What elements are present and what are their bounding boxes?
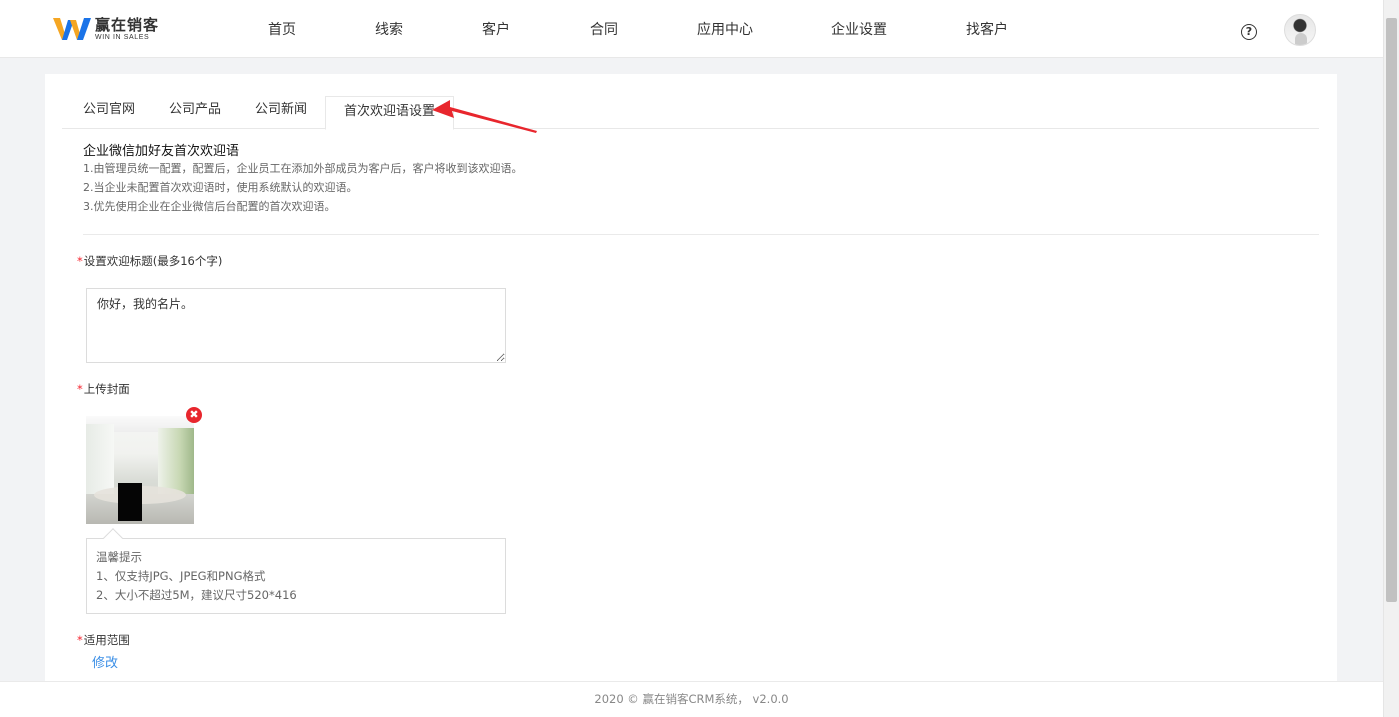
divider [83, 234, 1319, 235]
tab-company-news[interactable]: 公司新闻 [255, 95, 307, 129]
modify-scope-link[interactable]: 修改 [92, 652, 118, 671]
annotation-arrow-icon [432, 100, 537, 133]
tab-company-website[interactable]: 公司官网 [83, 95, 135, 129]
user-avatar[interactable] [1284, 14, 1316, 46]
logo-tagline: WIN IN SALES [95, 33, 150, 41]
scrollbar-thumb[interactable] [1386, 18, 1397, 602]
logo-w-icon [53, 18, 91, 40]
remove-cover-icon[interactable]: ✖ [186, 407, 202, 423]
tip-line: 2、大小不超过5M，建议尺寸520*416 [96, 588, 297, 602]
nav-item-contracts[interactable]: 合同 [590, 19, 618, 39]
cover-image-preview[interactable] [86, 416, 194, 524]
question-circle-icon[interactable]: ? [1241, 24, 1257, 40]
description-line: 3.优先使用企业在企业微信后台配置的首次欢迎语。 [83, 200, 336, 213]
scope-label: *适用范围 [77, 633, 130, 647]
section-title: 企业微信加好友首次欢迎语 [83, 144, 240, 159]
description-line: 1.由管理员统一配置，配置后，企业员工在添加外部成员为客户后，客户将收到该欢迎语… [83, 162, 523, 175]
nav-item-enterprise-settings[interactable]: 企业设置 [831, 19, 887, 39]
tab-bar: 公司官网 公司产品 公司新闻 首次欢迎语设置 [62, 95, 1319, 130]
required-mark: * [77, 382, 83, 396]
nav-item-home[interactable]: 首页 [268, 19, 296, 39]
tip-title: 温馨提示 [96, 550, 142, 564]
cover-label: *上传封面 [77, 382, 130, 396]
tip-line: 1、仅支持JPG、JPEG和PNG格式 [96, 569, 266, 583]
logo[interactable]: 赢在销客 WIN IN SALES [53, 16, 159, 42]
page-footer: 2020 © 赢在销客CRM系统， v2.0.0 [0, 681, 1383, 717]
welcome-title-input[interactable] [86, 288, 506, 363]
nav-item-find-customers[interactable]: 找客户 [966, 19, 1008, 39]
nav-item-app-center[interactable]: 应用中心 [697, 19, 753, 39]
nav-item-customers[interactable]: 客户 [482, 19, 510, 39]
required-mark: * [77, 633, 83, 647]
top-navigation-bar: 赢在销客 WIN IN SALES 首页 线索 客户 合同 应用中心 企业设置 … [0, 0, 1383, 58]
tab-company-products[interactable]: 公司产品 [169, 95, 221, 129]
upload-tip-box: 温馨提示 1、仅支持JPG、JPEG和PNG格式 2、大小不超过5M，建议尺寸5… [86, 538, 506, 614]
welcome-title-label: *设置欢迎标题(最多16个字) [77, 254, 223, 268]
required-mark: * [77, 254, 83, 268]
nav-item-leads[interactable]: 线索 [375, 19, 403, 39]
logo-name: 赢在销客 [95, 15, 160, 34]
description-line: 2.当企业未配置首次欢迎语时，使用系统默认的欢迎语。 [83, 181, 358, 194]
